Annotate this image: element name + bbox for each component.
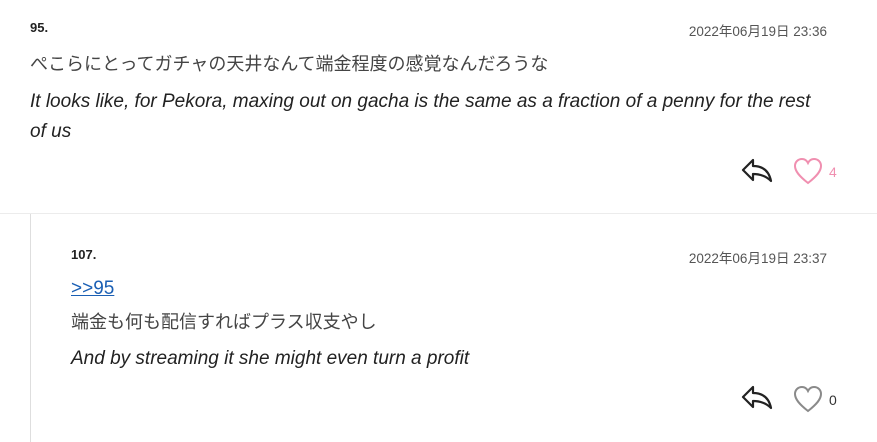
reply-arrow-icon bbox=[741, 385, 773, 410]
reply-button[interactable] bbox=[740, 383, 774, 411]
reply-arrow-icon bbox=[741, 158, 773, 183]
comment-number: 95. bbox=[30, 20, 49, 35]
comment-timestamp: 2022年06月19日 23:36 bbox=[688, 24, 827, 39]
reply-button[interactable] bbox=[740, 156, 774, 184]
comment-number: 107. bbox=[71, 247, 97, 262]
like-button[interactable] bbox=[793, 385, 823, 413]
comment-translation-text: And by streaming it she might even turn … bbox=[71, 348, 470, 369]
heart-icon bbox=[793, 385, 823, 413]
comment-translation-text: It looks like, for Pekora, maxing out on… bbox=[30, 91, 811, 142]
like-count: 0 bbox=[829, 392, 837, 408]
like-button[interactable] bbox=[793, 157, 823, 185]
comment-original-text: ぺこらにとってガチャの天井なんて端金程度の感覚なんだろうな bbox=[30, 54, 549, 75]
comment-95: 95. 2022年06月19日 23:36 ぺこらにとってガチャの天井なんて端金… bbox=[0, 0, 877, 213]
reply-anchor-link[interactable]: >>95 bbox=[71, 278, 114, 300]
heart-icon bbox=[793, 157, 823, 185]
comment-107: 107. 2022年06月19日 23:37 >>95 端金も何も配信すればプラ… bbox=[0, 214, 877, 442]
comment-original-text: 端金も何も配信すればプラス収支やし bbox=[71, 312, 377, 333]
comment-timestamp: 2022年06月19日 23:37 bbox=[688, 251, 827, 266]
like-count: 4 bbox=[829, 164, 837, 180]
